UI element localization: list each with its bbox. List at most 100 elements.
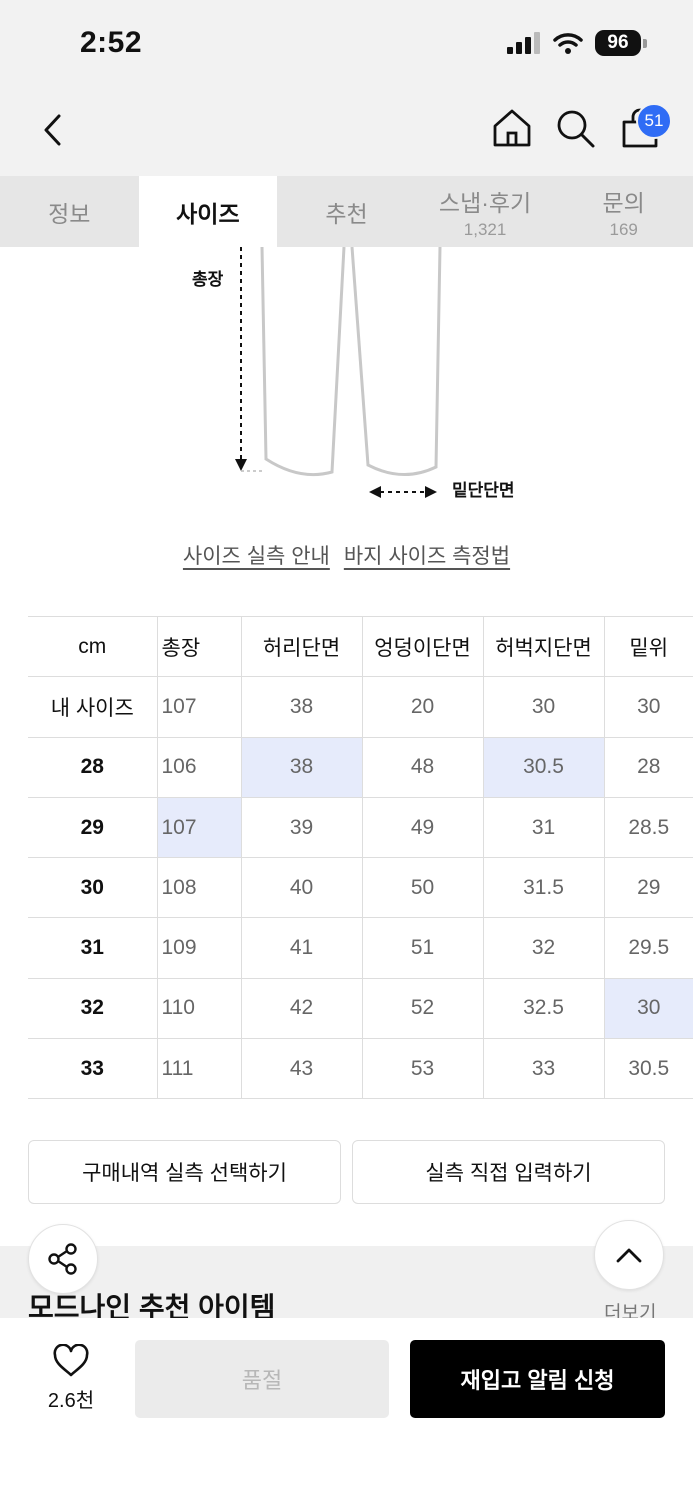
table-cell: 53: [361, 1038, 483, 1100]
scroll-top-button[interactable]: [594, 1220, 664, 1290]
table-cell: 31.5: [482, 857, 604, 919]
table-row: 33 111 43 53 33 30.5: [28, 1038, 693, 1100]
status-icons: 96: [507, 30, 647, 56]
size-table: cm 총장 허리단면 엉덩이단면 허벅지단면 밑위 내 사이즈 107 38 2…: [28, 615, 693, 1100]
table-cell: 28.5: [603, 796, 693, 859]
table-cell: 32: [28, 977, 157, 1040]
tab-snap-review[interactable]: 스냅·후기 1,321: [416, 176, 555, 247]
tab-info[interactable]: 정보: [0, 176, 139, 247]
table-cell: 48: [361, 736, 483, 798]
table-cell: 30.5: [603, 1038, 693, 1100]
table-cell: 28: [28, 736, 157, 798]
tab-label: 사이즈: [176, 200, 240, 227]
table-cell: 39: [240, 796, 362, 859]
table-cell-highlighted: 107: [156, 796, 241, 859]
table-cell: 41: [240, 917, 362, 979]
table-cell: 32: [482, 917, 604, 979]
tab-label: 스냅·후기: [438, 189, 532, 216]
share-button[interactable]: [28, 1224, 98, 1294]
restock-alert-button[interactable]: 재입고 알림 신청: [410, 1340, 665, 1418]
product-tabs: 정보 사이즈 추천 스냅·후기 1,321 문의 169: [0, 176, 693, 247]
table-cell: 111: [156, 1038, 241, 1100]
size-diagram: 총장 밑단단면: [0, 247, 693, 517]
table-cell: 50: [361, 857, 483, 919]
tab-recommend[interactable]: 추천: [277, 176, 416, 247]
table-row-my-size: 내 사이즈 107 38 20 30 30: [28, 676, 693, 738]
table-header-row: cm 총장 허리단면 엉덩이단면 허벅지단면 밑위: [28, 615, 693, 678]
table-cell: 43: [240, 1038, 362, 1100]
tab-size[interactable]: 사이즈: [138, 176, 278, 247]
table-cell: 30: [28, 857, 157, 919]
heart-icon: [53, 1344, 89, 1377]
home-icon[interactable]: [490, 106, 534, 150]
table-cell-highlighted: 30.5: [482, 736, 604, 798]
back-button[interactable]: [30, 108, 74, 152]
recommend-section-title: 모드나인 추천 아이템: [28, 1292, 276, 1318]
tab-count: 1,321: [463, 219, 507, 239]
search-icon[interactable]: [553, 106, 597, 150]
like-button[interactable]: 2.6천: [40, 1344, 102, 1413]
hem-width-label: 밑단단면: [452, 481, 515, 500]
table-header-cell: 엉덩이단면: [361, 615, 483, 678]
table-cell: 32.5: [482, 977, 604, 1040]
table-cell-highlighted: 38: [240, 736, 362, 798]
direct-input-size-button[interactable]: 실측 직접 입력하기: [352, 1140, 665, 1204]
table-cell: 109: [156, 917, 241, 979]
table-row: 30 108 40 50 31.5 29: [28, 857, 693, 919]
table-cell: 30: [482, 676, 604, 738]
table-cell: 29: [603, 857, 693, 919]
table-row: 29 107 39 49 31 28.5: [28, 796, 693, 859]
top-nav: [0, 90, 693, 176]
status-time: 2:52: [80, 26, 143, 59]
table-cell: 29.5: [603, 917, 693, 979]
cart-count-badge: 51: [636, 103, 672, 139]
table-cell: 51: [361, 917, 483, 979]
bottom-purchase-bar: 2.6천 품절 재입고 알림 신청: [0, 1318, 693, 1500]
size-action-buttons: 구매내역 실측 선택하기 실측 직접 입력하기: [28, 1140, 665, 1204]
table-cell: 28: [603, 736, 693, 798]
table-cell: 31: [28, 917, 157, 979]
table-header-cell: 허리단면: [240, 615, 362, 678]
table-cell: 30: [603, 676, 693, 738]
table-row: 28 106 38 48 30.5 28: [28, 736, 693, 798]
tab-label: 정보: [48, 200, 91, 227]
total-length-label: 총장: [192, 270, 224, 289]
measure-method-link[interactable]: 바지 사이즈 측정법: [344, 540, 510, 570]
battery-nub: [643, 38, 647, 48]
table-row: 31 109 41 51 32 29.5: [28, 917, 693, 979]
table-cell: 110: [156, 977, 241, 1040]
table-cell: 33: [28, 1038, 157, 1100]
tab-count: 169: [609, 219, 638, 239]
table-cell-highlighted: 30: [603, 977, 693, 1040]
table-cell: 106: [156, 736, 241, 798]
status-bar: 2:52 96: [0, 0, 693, 90]
size-guide-link[interactable]: 사이즈 실측 안내: [183, 540, 330, 570]
table-header-cell: 밑위: [603, 615, 693, 678]
chevron-up-icon: [616, 1248, 642, 1263]
table-cell: 33: [482, 1038, 604, 1100]
table-cell: 38: [240, 676, 362, 738]
tab-inquiry[interactable]: 문의 169: [554, 176, 693, 247]
wifi-icon: [553, 33, 583, 54]
table-cell: 40: [240, 857, 362, 919]
purchase-history-size-button[interactable]: 구매내역 실측 선택하기: [28, 1140, 341, 1204]
table-cell: 108: [156, 857, 241, 919]
chevron-left-icon: [44, 114, 61, 146]
table-cell: 내 사이즈: [28, 676, 157, 738]
pants-diagram-illustration: [235, 247, 442, 498]
cellular-signal-icon: [507, 32, 540, 54]
tab-label: 문의: [602, 189, 645, 216]
battery-icon: 96: [595, 30, 641, 56]
table-header-cell: cm: [28, 615, 157, 678]
size-guide-links: 사이즈 실측 안내 바지 사이즈 측정법: [0, 540, 693, 570]
table-cell: 42: [240, 977, 362, 1040]
table-header-cell: 허벅지단면: [482, 615, 604, 678]
table-cell: 49: [361, 796, 483, 859]
more-link[interactable]: 더보기: [604, 1298, 656, 1320]
table-cell: 107: [156, 676, 241, 738]
share-icon: [48, 1243, 77, 1275]
table-cell: 31: [482, 796, 604, 859]
table-cell: 29: [28, 796, 157, 859]
table-cell: 20: [361, 676, 483, 738]
table-cell: 52: [361, 977, 483, 1040]
